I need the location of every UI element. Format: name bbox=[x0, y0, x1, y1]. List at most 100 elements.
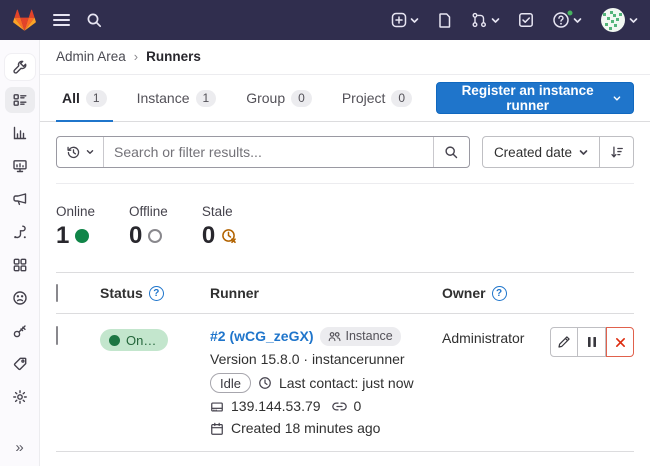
sidebar-collapse-button[interactable]: » bbox=[0, 439, 39, 456]
applications-grid-icon bbox=[12, 257, 28, 273]
runner-version: Version 15.8.0 · instancerunner bbox=[210, 351, 405, 368]
issues-button[interactable] bbox=[437, 12, 453, 29]
row-checkbox[interactable] bbox=[56, 326, 58, 345]
runner-status-stats: Online 1 Offline 0 Stale 0 bbox=[40, 184, 650, 272]
tab-instance-count: 1 bbox=[196, 90, 217, 107]
sort-controls: Created date bbox=[482, 136, 634, 168]
tag-icon bbox=[12, 356, 28, 372]
sidebar-item-system-hooks[interactable] bbox=[5, 219, 35, 245]
edit-runner-button[interactable] bbox=[550, 327, 578, 357]
tab-group[interactable]: Group 0 bbox=[240, 75, 318, 121]
chevron-down-icon bbox=[410, 17, 419, 24]
chevron-down-icon bbox=[579, 149, 588, 156]
user-avatar-menu[interactable] bbox=[600, 7, 638, 33]
stat-stale: Stale 0 bbox=[202, 204, 237, 248]
sidebar-item-admin-overview[interactable] bbox=[5, 54, 35, 80]
sidebar-item-analytics[interactable] bbox=[5, 120, 35, 146]
new-menu-button[interactable] bbox=[391, 12, 419, 28]
runner-jobs-count[interactable]: 0 bbox=[354, 398, 362, 415]
tab-project[interactable]: Project 0 bbox=[336, 75, 418, 121]
disk-icon bbox=[210, 400, 224, 414]
gear-icon bbox=[12, 389, 28, 405]
tab-project-count: 0 bbox=[391, 90, 412, 107]
sidebar-item-settings[interactable] bbox=[5, 384, 35, 410]
tanuki-icon bbox=[12, 8, 37, 32]
breadcrumb-admin-area-link[interactable]: Admin Area bbox=[56, 49, 126, 64]
sidebar-item-abuse-reports[interactable] bbox=[5, 285, 35, 311]
stat-online: Online 1 bbox=[56, 204, 95, 248]
main-content: Admin Area › Runners All 1 Instance 1 Gr… bbox=[40, 40, 650, 466]
filtered-search-box bbox=[56, 136, 470, 168]
admin-sidebar: » bbox=[0, 40, 40, 466]
sidebar-item-labels[interactable] bbox=[5, 351, 35, 377]
runner-ip-address: 139.144.53.79 bbox=[231, 398, 321, 415]
sort-by-dropdown[interactable]: Created date bbox=[482, 136, 600, 168]
runner-row: Online #2 (wCG_zeGX) Instance Version 15… bbox=[56, 314, 634, 452]
runner-last-contact: Last contact: just now bbox=[279, 375, 414, 392]
frown-face-icon bbox=[12, 290, 28, 306]
search-input[interactable] bbox=[104, 144, 433, 160]
runners-table: Status? Runner Owner? Online #2 (wCG_zeG… bbox=[56, 272, 634, 452]
stale-count: 0 bbox=[202, 224, 215, 248]
offline-status-icon bbox=[148, 229, 162, 243]
chevron-down-icon bbox=[573, 17, 582, 24]
search-history-dropdown[interactable] bbox=[57, 137, 104, 167]
search-submit-button[interactable] bbox=[433, 137, 469, 167]
search-icon[interactable] bbox=[86, 12, 103, 29]
breadcrumb: Admin Area › Runners bbox=[40, 40, 650, 75]
tab-instance[interactable]: Instance 1 bbox=[131, 75, 223, 121]
close-icon bbox=[615, 337, 626, 348]
offline-count: 0 bbox=[129, 224, 142, 248]
sidebar-item-deploy-keys[interactable] bbox=[5, 318, 35, 344]
todos-button[interactable] bbox=[518, 12, 534, 28]
pause-runner-button[interactable] bbox=[578, 327, 606, 357]
chevron-down-icon bbox=[629, 17, 638, 24]
runner-actions bbox=[550, 327, 634, 357]
online-dot-icon bbox=[109, 335, 120, 346]
sort-direction-button[interactable] bbox=[600, 136, 634, 168]
gitlab-logo[interactable] bbox=[12, 8, 37, 32]
hamburger-menu-icon[interactable] bbox=[53, 13, 70, 27]
avatar bbox=[600, 7, 626, 33]
register-instance-runner-button[interactable]: Register an instance runner bbox=[436, 82, 634, 114]
chevron-down-icon bbox=[86, 149, 94, 155]
stale-clock-icon bbox=[221, 228, 237, 244]
status-help-icon[interactable]: ? bbox=[149, 286, 164, 301]
monitor-icon bbox=[12, 158, 28, 174]
merge-requests-button[interactable] bbox=[471, 12, 500, 28]
list-grid-icon bbox=[12, 92, 28, 108]
runner-name-link[interactable]: #2 (wCG_zeGX) bbox=[210, 328, 313, 345]
help-menu-button[interactable] bbox=[552, 11, 582, 29]
status-header: Status bbox=[100, 285, 143, 301]
owner-help-icon[interactable]: ? bbox=[492, 286, 507, 301]
top-navbar bbox=[0, 0, 650, 40]
tab-all-count: 1 bbox=[86, 90, 107, 107]
runner-owner-link[interactable]: Administrator bbox=[442, 330, 524, 346]
clock-icon bbox=[258, 376, 272, 390]
runner-idle-badge: Idle bbox=[210, 373, 251, 393]
online-status-icon bbox=[75, 229, 89, 243]
megaphone-icon bbox=[12, 191, 28, 207]
sidebar-item-monitoring[interactable] bbox=[5, 153, 35, 179]
tab-all[interactable]: All 1 bbox=[56, 75, 113, 121]
search-icon bbox=[444, 145, 459, 160]
sort-descending-icon bbox=[610, 145, 624, 159]
sidebar-item-messages[interactable] bbox=[5, 186, 35, 212]
breadcrumb-separator: › bbox=[134, 49, 138, 64]
calendar-icon bbox=[210, 422, 224, 436]
sidebar-item-runners[interactable] bbox=[5, 87, 35, 113]
pencil-icon bbox=[557, 335, 571, 349]
filter-row: Created date bbox=[56, 136, 634, 184]
key-icon bbox=[12, 323, 28, 339]
chevron-down-icon bbox=[491, 17, 500, 24]
history-icon bbox=[66, 145, 81, 160]
runner-status-badge: Online bbox=[100, 329, 168, 351]
bar-chart-icon bbox=[12, 125, 28, 141]
users-icon bbox=[328, 331, 341, 342]
delete-runner-button[interactable] bbox=[606, 327, 634, 357]
tab-group-count: 0 bbox=[291, 90, 312, 107]
pause-icon bbox=[587, 336, 597, 348]
chevron-down-icon bbox=[613, 95, 621, 102]
sidebar-item-applications[interactable] bbox=[5, 252, 35, 278]
select-all-checkbox[interactable] bbox=[56, 284, 58, 302]
